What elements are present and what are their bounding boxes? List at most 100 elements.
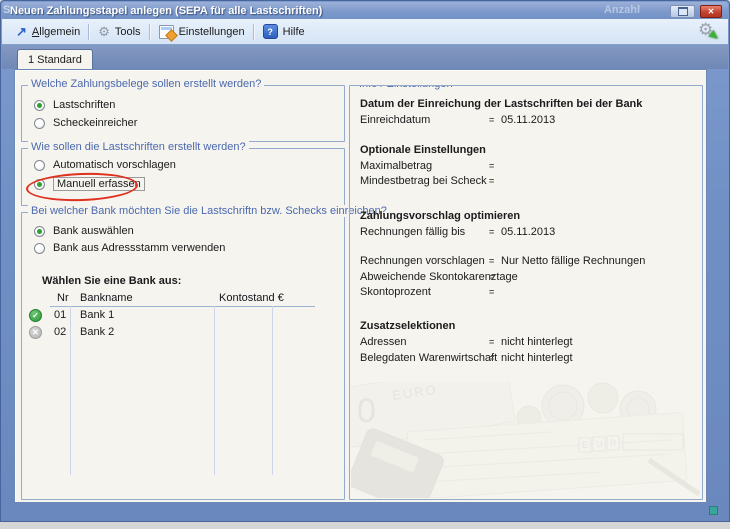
column-header-kontostand[interactable]: Kontostand € [219,292,284,304]
info-row: Rechnungen fällig bis = 05.11.2013 [360,226,696,240]
equals-marker-icon: = [489,256,494,266]
resize-grip[interactable] [709,506,718,515]
hilfe-label: Hilfe [282,25,305,38]
tab-standard[interactable]: 1 Standard [17,49,93,70]
close-icon: ✕ [707,7,715,16]
info-label: Einreichdatum [360,114,431,126]
group-bank-title: Bei welcher Bank möchten Sie die Lastsch… [28,205,390,217]
info-label: Skontoprozent [360,286,431,298]
group-zahlungsbelege-title: Welche Zahlungsbelege sollen erstellt we… [28,78,265,90]
restore-icon [677,7,688,16]
info-label: Mindestbetrag bei Scheck [360,175,487,187]
radio-icon[interactable] [34,99,45,111]
info-value: 05.11.2013 [501,114,556,126]
svg-text:R: R [610,438,617,448]
equals-marker-icon: = [489,176,494,186]
info-label: Belegdaten Warenwirtschaft [360,352,498,364]
process-arrow-icon [708,30,721,42]
radio-scheckeinreicher[interactable]: Scheckeinreicher [34,116,137,130]
table-header-underline [50,306,315,307]
bank-row-name: Bank 2 [80,326,115,338]
tab-strip: 1 Standard [2,46,728,70]
group-bank: Bei welcher Bank möchten Sie die Lastsch… [21,205,390,500]
hilfe-button[interactable]: ? Hilfe [258,22,310,41]
gears-icon: ⚙ [98,23,110,39]
window-title: Neuen Zahlungsstapel anlegen (SEPA für a… [10,4,323,17]
info-value: nicht hinterlegt [501,336,573,348]
radio-label: Lastschriften [53,99,116,111]
equals-marker-icon: = [489,161,494,171]
info-label: Rechnungen vorschlagen [360,255,485,267]
radio-label: Scheckeinreicher [53,117,138,129]
info-value: Nur Netto fällige Rechnungen [501,255,646,267]
cross-icon: ✕ [29,326,42,339]
screenshot-stage: S Neuen Zahlungsstapel anlegen (SEPA für… [0,0,730,529]
info-heading: Zusatzselektionen [360,320,456,332]
form-edit-icon [158,24,178,42]
help-icon: ? [262,24,278,39]
equals-marker-icon: = [489,287,494,297]
group-erstellung: Wie sollen die Lastschriften erstellt we… [21,141,345,206]
bank-row-name: Bank 1 [80,309,115,321]
radio-automatisch[interactable]: Automatisch vorschlagen [34,158,176,172]
column-header-bankname[interactable]: Bankname [80,292,133,304]
info-heading: Optionale Einstellungen [360,144,486,156]
radio-label: Bank aus Adressstamm verwenden [53,242,226,254]
info-label: Abweichende Skontokarenztage [360,271,518,283]
table-column-line [70,306,71,475]
info-heading: Datum der Einreichung der Lastschriften … [360,98,643,110]
column-header-nr[interactable]: Nr [57,292,69,304]
radio-bank-auswaehlen[interactable]: Bank auswählen [34,224,134,238]
info-label: Rechnungen fällig bis [360,226,466,238]
info-row: Abweichende Skontokarenztage = [360,271,696,285]
info-row: Maximalbetrag = [360,160,696,174]
allgemein-button[interactable]: ↗ Allgemein [11,24,85,40]
radio-lastschriften[interactable]: Lastschriften [34,98,115,112]
red-ellipse-annotation [25,171,139,203]
euro-watermark: 0 EURO E U R [351,382,701,498]
radio-icon[interactable] [34,117,45,129]
radio-label: Automatisch vorschlagen [53,159,176,171]
group-zahlungsbelege: Welche Zahlungsbelege sollen erstellt we… [21,78,345,142]
restore-button[interactable] [670,5,695,18]
radio-bank-adressstamm[interactable]: Bank aus Adressstamm verwenden [34,241,225,255]
group-info: Info / Einstellungen Datum der Einreichu… [349,85,703,500]
einstellungen-button[interactable]: Einstellungen [154,23,250,42]
radio-icon[interactable] [34,225,45,237]
info-row: Rechnungen vorschlagen = Nur Netto fälli… [360,255,696,269]
check-icon: ✓ [29,309,42,322]
radio-icon[interactable] [34,159,45,171]
app-window: S Neuen Zahlungsstapel anlegen (SEPA für… [0,0,730,522]
info-row: Belegdaten Warenwirtschaft = nicht hinte… [360,352,696,366]
group-info-title: Info / Einstellungen [356,86,456,90]
svg-text:E: E [582,440,588,450]
close-button[interactable]: ✕ [700,5,722,18]
equals-marker-icon: = [489,227,494,237]
toolbar-separator [148,23,151,40]
allgemein-label: Allgemein [31,25,81,38]
content-panel: Welche Zahlungsbelege sollen erstellt we… [14,69,707,503]
equals-marker-icon: = [489,353,494,363]
group-erstellung-title: Wie sollen die Lastschriften erstellt we… [28,141,249,153]
info-value: nicht hinterlegt [501,352,573,364]
toolbar-separator [252,23,255,40]
svg-text:0: 0 [357,392,376,430]
tools-button[interactable]: ⚙ Tools [93,24,145,40]
info-row: Adressen = nicht hinterlegt [360,336,696,350]
radio-icon[interactable] [34,242,45,254]
info-label: Adressen [360,336,407,348]
background-window-artifact: S [3,4,11,16]
process-button[interactable]: ⚙ [698,20,721,42]
equals-marker-icon: = [489,272,494,282]
info-row: Mindestbetrag bei Scheck = [360,175,696,189]
toolbar: ↗ Allgemein ⚙ Tools Einstellungen ? Hilf… [2,19,728,45]
bank-table-caption: Wählen Sie eine Bank aus: [42,275,182,287]
arrow-up-right-icon: ↗ [16,24,27,39]
tools-label: Tools [114,25,141,38]
info-row: Einreichdatum = 05.11.2013 [360,114,696,128]
einstellungen-label: Einstellungen [178,25,245,38]
table-column-line [214,306,215,475]
info-label: Maximalbetrag [360,160,433,172]
background-window-artifact-right: Anzahl [603,4,640,16]
radio-label: Bank auswählen [53,225,134,237]
